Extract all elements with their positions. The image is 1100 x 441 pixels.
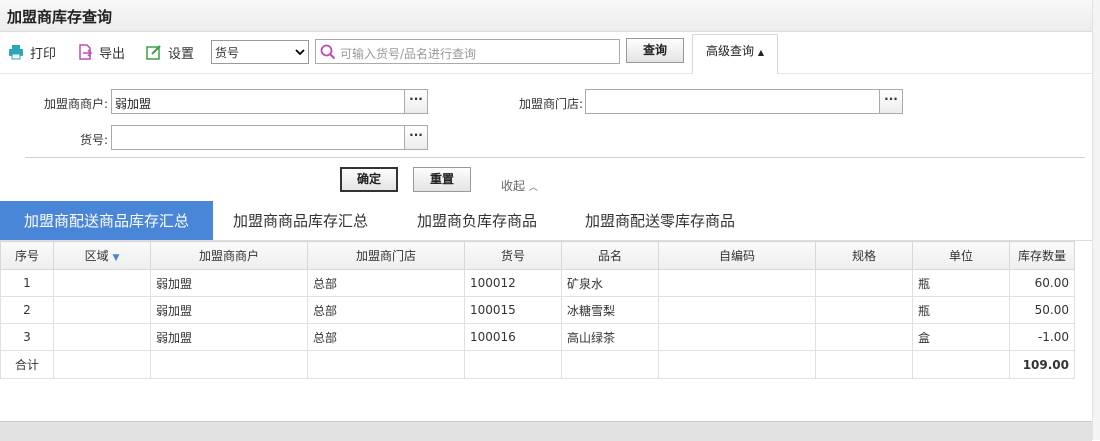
search-icon — [320, 44, 336, 60]
cell-unit: 瓶 — [912, 269, 1010, 297]
cell-spec — [815, 296, 913, 324]
store-input[interactable] — [585, 89, 880, 114]
caret-up-icon: ▲ — [757, 48, 764, 57]
cell-custom-code — [658, 323, 816, 351]
tab-delivery-stock-summary[interactable]: 加盟商配送商品库存汇总 — [0, 201, 213, 240]
table-row[interactable]: 1 弱加盟 总部 100012 矿泉水 瓶 60.00 — [0, 269, 1075, 297]
total-quantity: 109.00 — [1009, 350, 1075, 379]
horizontal-scrollbar[interactable] — [0, 421, 1092, 441]
cell-quantity: -1.00 — [1009, 323, 1075, 351]
column-header[interactable]: 加盟商门店 — [307, 241, 465, 270]
store-label: 加盟商门店: — [518, 97, 583, 111]
sku-input[interactable] — [111, 125, 405, 150]
column-header[interactable]: 规格 — [815, 241, 913, 270]
cell-store: 总部 — [307, 323, 465, 351]
cell-merchant: 弱加盟 — [150, 323, 308, 351]
table-row[interactable]: 2 弱加盟 总部 100015 冰糖雪梨 瓶 50.00 — [0, 296, 1075, 324]
cell-product-name: 冰糖雪梨 — [561, 296, 659, 324]
collapse-toggle[interactable]: 收起 ︿ — [501, 177, 538, 194]
cell-quantity: 50.00 — [1009, 296, 1075, 324]
search-placeholder: 可输入货号/品名进行查询 — [340, 47, 477, 61]
print-button[interactable]: 打印 — [8, 42, 56, 62]
print-label: 打印 — [30, 46, 57, 62]
settings-label: 设置 — [168, 46, 195, 62]
row-index: 1 — [0, 269, 54, 297]
column-header[interactable]: 加盟商商户 — [150, 241, 308, 270]
page-title: 加盟商库存查询 — [7, 8, 113, 26]
store-picker-button[interactable]: ··· — [879, 89, 903, 114]
column-header-region[interactable]: 区域 ▼ — [53, 241, 151, 270]
stock-table: 序号 区域 ▼ 加盟商商户 加盟商门店 货号 品名 自编码 规格 单位 库存数量… — [0, 241, 1075, 379]
cell-store: 总部 — [307, 269, 465, 297]
cell-merchant: 弱加盟 — [150, 296, 308, 324]
advanced-query-label: 高级查询 — [706, 44, 755, 58]
chevron-down-icon — [295, 49, 305, 56]
column-header[interactable]: 库存数量 — [1009, 241, 1075, 270]
title-bar: 加盟商库存查询 — [0, 0, 1092, 32]
merchant-label: 加盟商商户: — [43, 97, 108, 111]
tab-stock-summary[interactable]: 加盟商商品库存汇总 — [233, 201, 368, 240]
column-header[interactable]: 自编码 — [658, 241, 816, 270]
tab-bar: 加盟商配送商品库存汇总 加盟商商品库存汇总 加盟商负库存商品 加盟商配送零库存商… — [0, 201, 1092, 241]
advanced-query-tab[interactable]: 高级查询 ▲ — [692, 34, 778, 74]
table-row[interactable]: 3 弱加盟 总部 100016 高山绿茶 盒 -1.00 — [0, 323, 1075, 351]
table-total-row: 合计 109.00 — [0, 350, 1075, 379]
settings-button[interactable]: 设置 — [146, 42, 194, 62]
cell-product-name: 高山绿茶 — [561, 323, 659, 351]
column-header[interactable]: 序号 — [0, 241, 54, 270]
total-label: 合计 — [0, 350, 54, 379]
merchant-picker-button[interactable]: ··· — [404, 89, 428, 114]
cell-quantity: 60.00 — [1009, 269, 1075, 297]
export-label: 导出 — [99, 46, 126, 62]
export-icon — [79, 44, 93, 60]
cell-region — [53, 323, 151, 351]
vertical-scrollbar[interactable] — [1092, 0, 1100, 440]
tab-zero-stock[interactable]: 加盟商配送零库存商品 — [585, 201, 735, 240]
confirm-button[interactable]: 确定 — [340, 167, 398, 192]
cell-sku: 100015 — [464, 296, 562, 324]
chevron-up-icon: ︿ — [528, 183, 538, 193]
sort-down-icon: ▼ — [112, 253, 120, 263]
reset-button[interactable]: 重置 — [413, 167, 471, 192]
column-header[interactable]: 品名 — [561, 241, 659, 270]
edit-icon — [146, 45, 161, 60]
sku-picker-button[interactable]: ··· — [404, 125, 428, 150]
cell-unit: 瓶 — [912, 296, 1010, 324]
query-button[interactable]: 查询 — [626, 38, 684, 63]
search-field-select[interactable]: 货号 — [211, 40, 309, 64]
search-input[interactable]: 可输入货号/品名进行查询 — [315, 39, 620, 64]
cell-merchant: 弱加盟 — [150, 269, 308, 297]
sku-label: 货号: — [79, 133, 108, 147]
row-index: 3 — [0, 323, 54, 351]
collapse-label: 收起 — [501, 179, 526, 193]
cell-sku: 100016 — [464, 323, 562, 351]
cell-spec — [815, 323, 913, 351]
export-button[interactable]: 导出 — [77, 42, 125, 62]
cell-region — [53, 269, 151, 297]
search-field-value: 货号 — [215, 46, 240, 60]
column-header[interactable]: 货号 — [464, 241, 562, 270]
merchant-input[interactable]: 弱加盟 — [111, 89, 405, 114]
printer-icon — [9, 45, 23, 60]
table-header-row: 序号 区域 ▼ 加盟商商户 加盟商门店 货号 品名 自编码 规格 单位 库存数量 — [0, 241, 1075, 270]
cell-unit: 盒 — [912, 323, 1010, 351]
cell-sku: 100012 — [464, 269, 562, 297]
filter-divider — [25, 157, 1085, 158]
tab-negative-stock[interactable]: 加盟商负库存商品 — [417, 201, 537, 240]
cell-custom-code — [658, 269, 816, 297]
cell-spec — [815, 269, 913, 297]
cell-custom-code — [658, 296, 816, 324]
column-header[interactable]: 单位 — [912, 241, 1010, 270]
row-index: 2 — [0, 296, 54, 324]
cell-region — [53, 296, 151, 324]
cell-product-name: 矿泉水 — [561, 269, 659, 297]
cell-store: 总部 — [307, 296, 465, 324]
